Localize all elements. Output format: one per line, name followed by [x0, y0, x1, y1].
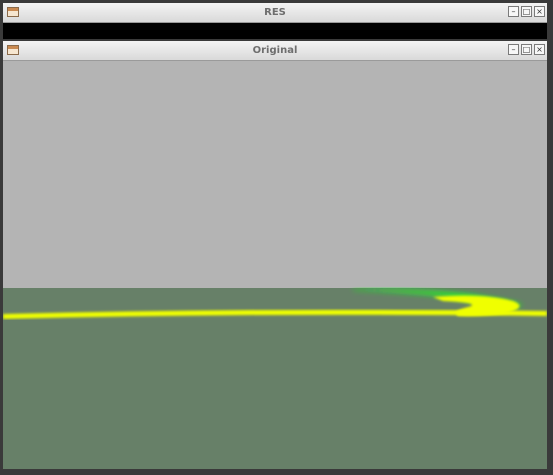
- res-titlebar[interactable]: RES – □ ×: [3, 3, 547, 23]
- minimize-button[interactable]: –: [508, 6, 519, 17]
- res-window: RES – □ ×: [3, 3, 547, 39]
- original-window-title: Original: [252, 45, 298, 56]
- close-button[interactable]: ×: [534, 6, 545, 17]
- sky: [3, 61, 547, 289]
- original-window: Original – □ ×: [3, 41, 547, 469]
- minimize-button[interactable]: –: [508, 44, 519, 55]
- res-content: [3, 23, 547, 39]
- maximize-button[interactable]: □: [521, 44, 532, 55]
- close-button[interactable]: ×: [534, 44, 545, 55]
- res-window-title: RES: [264, 7, 286, 18]
- original-titlebar[interactable]: Original – □ ×: [3, 41, 547, 61]
- scene-view: [3, 61, 547, 469]
- maximize-button[interactable]: □: [521, 6, 532, 17]
- scene-canvas: [3, 61, 547, 469]
